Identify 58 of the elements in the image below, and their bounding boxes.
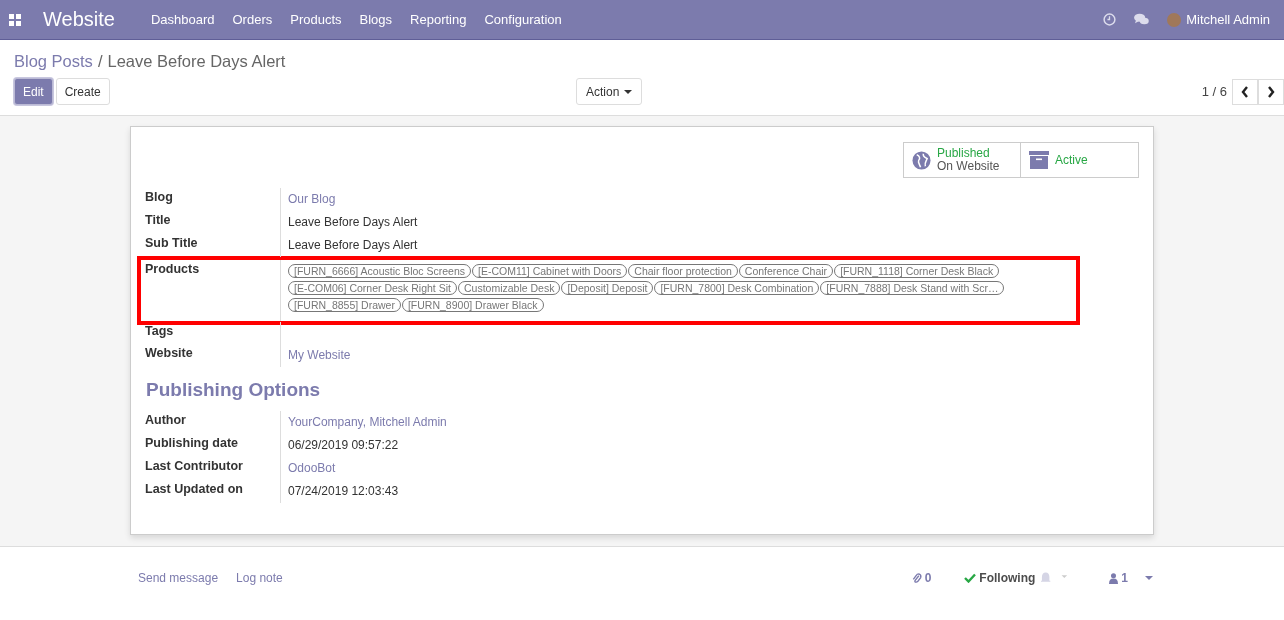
checkmark-icon bbox=[964, 573, 977, 583]
caret-icon bbox=[624, 89, 633, 94]
apps-grid-icon[interactable] bbox=[9, 13, 21, 26]
person-icon bbox=[1109, 572, 1119, 584]
publish-toggle-button[interactable]: Published On Website bbox=[903, 142, 1021, 178]
menu-item[interactable]: Orders bbox=[232, 12, 273, 27]
attachments-button[interactable]: 0 bbox=[911, 571, 932, 585]
previous-button[interactable] bbox=[1232, 78, 1258, 105]
field-value: 07/24/2019 12:03:43 bbox=[288, 484, 399, 498]
archive-toggle-button[interactable]: Active bbox=[1021, 142, 1139, 178]
status-label: On Website bbox=[937, 160, 1000, 173]
clock-icon[interactable] bbox=[1103, 13, 1117, 26]
breadcrumb-separator: / bbox=[97, 52, 103, 70]
field-label: Sub Title bbox=[145, 234, 281, 257]
field-link[interactable]: Our Blog bbox=[288, 192, 336, 206]
field-label: Blog bbox=[145, 188, 281, 211]
menu-item[interactable]: Dashboard bbox=[150, 12, 215, 27]
menu-item[interactable]: Reporting bbox=[410, 12, 467, 27]
breadcrumb-current: Leave Before Days Alert bbox=[107, 52, 286, 70]
globe-icon bbox=[912, 150, 931, 170]
menu-item[interactable]: Products bbox=[290, 12, 342, 27]
field-value: Leave Before Days Alert bbox=[288, 238, 418, 252]
chevron-left-icon bbox=[1241, 85, 1249, 98]
menu-item[interactable]: Configuration bbox=[484, 12, 562, 27]
edit-button[interactable]: Edit bbox=[14, 78, 53, 105]
status-text: Active bbox=[1055, 153, 1088, 167]
create-button[interactable]: Create bbox=[55, 78, 110, 105]
field-label: Products bbox=[145, 260, 281, 321]
app-title[interactable]: Website bbox=[43, 8, 115, 31]
status-text: Published bbox=[937, 147, 991, 160]
field-label: Author bbox=[145, 411, 281, 434]
followers-button[interactable]: 1 bbox=[1109, 571, 1153, 585]
field-label: Tags bbox=[145, 322, 281, 344]
field-label: Website bbox=[145, 344, 281, 367]
action-dropdown[interactable]: Action bbox=[576, 78, 643, 105]
field-link[interactable]: YourCompany, Mitchell Admin bbox=[288, 415, 447, 429]
field-label: Publishing date bbox=[145, 434, 281, 457]
field-link[interactable]: My Website bbox=[288, 348, 351, 362]
archive-box-icon bbox=[1029, 151, 1049, 169]
section-heading: Publishing Options bbox=[146, 379, 322, 401]
menu-item[interactable]: Blogs bbox=[359, 12, 393, 27]
pager-counter: 1 / 6 bbox=[1201, 84, 1227, 99]
chevron-right-icon bbox=[1267, 85, 1275, 98]
field-label: Last Contributor bbox=[145, 457, 281, 480]
field-value: Leave Before Days Alert bbox=[288, 215, 418, 229]
next-button[interactable] bbox=[1258, 78, 1284, 105]
log-note-link[interactable]: Log note bbox=[236, 571, 283, 585]
chat-bubbles-icon[interactable] bbox=[1134, 13, 1150, 26]
field-label: Last Updated on bbox=[145, 480, 281, 503]
field-link[interactable]: OdooBot bbox=[288, 461, 336, 475]
user-menu[interactable]: Mitchell Admin bbox=[1186, 12, 1270, 27]
field-label: Title bbox=[145, 211, 281, 234]
following-button[interactable]: Following bbox=[964, 571, 1036, 585]
send-message-link[interactable]: Send message bbox=[138, 571, 219, 585]
caret-icon bbox=[1145, 576, 1153, 580]
breadcrumb-link[interactable]: Blog Posts bbox=[14, 52, 93, 70]
paperclip-icon bbox=[911, 572, 922, 584]
field-value: 06/29/2019 09:57:22 bbox=[288, 438, 399, 452]
